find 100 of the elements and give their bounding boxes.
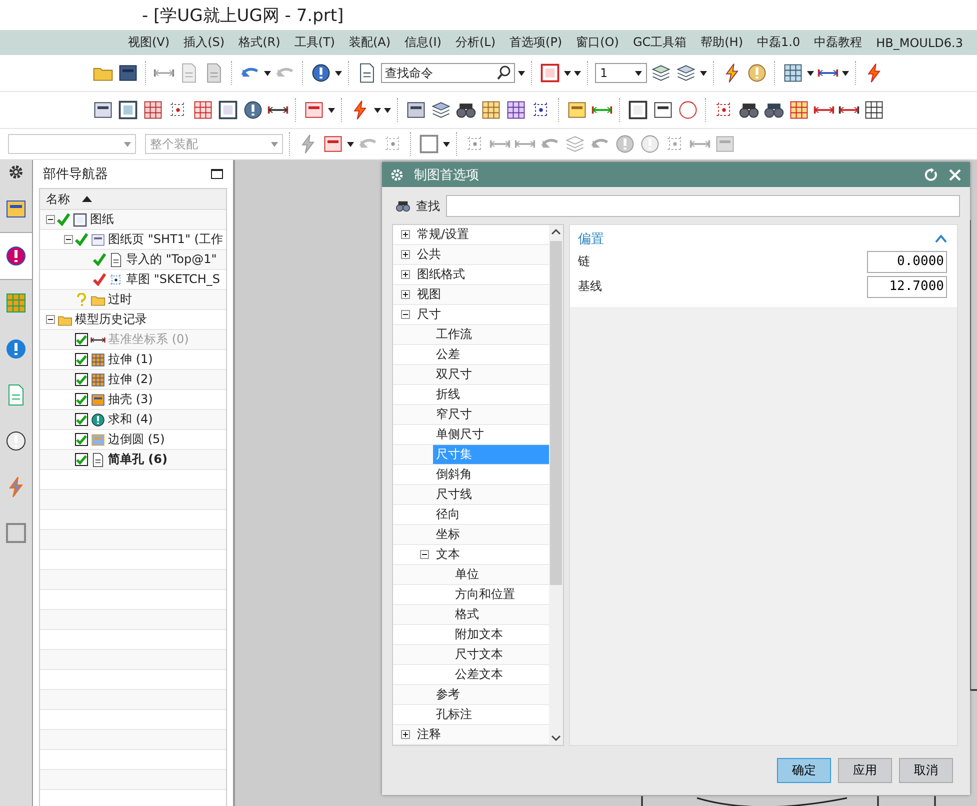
caret-icon[interactable] [335, 70, 342, 76]
tree-item[interactable]: 径向 [433, 505, 463, 524]
caret-icon[interactable] [443, 142, 450, 146]
caret-icon[interactable] [328, 108, 335, 112]
tree-item[interactable]: 视图 [414, 285, 444, 304]
circle-icon[interactable] [614, 133, 636, 155]
checkbox[interactable] [75, 393, 88, 406]
checkbox[interactable] [75, 373, 88, 386]
expander-icon[interactable] [401, 310, 410, 319]
tree-item[interactable]: 过时 [108, 291, 132, 308]
expander-icon[interactable] [46, 315, 55, 324]
menu-item[interactable]: 工具(T) [294, 34, 335, 51]
tree-item[interactable]: 草图 "SKETCH_S [126, 271, 220, 288]
dialog-button[interactable]: 应用 [838, 758, 892, 783]
menu-item[interactable]: GC工具箱 [632, 34, 687, 51]
resource-tab[interactable] [0, 232, 32, 280]
menu-item[interactable]: 装配(A) [348, 34, 391, 51]
checkbox[interactable] [75, 333, 88, 346]
expander-icon[interactable] [401, 290, 410, 299]
caret-icon[interactable] [700, 70, 707, 76]
tree-item[interactable]: 参考 [433, 685, 463, 704]
sheet-icon[interactable] [405, 99, 427, 121]
reset-icon[interactable] [924, 168, 938, 182]
fit-view-icon[interactable] [539, 62, 561, 84]
column-header[interactable]: 名称 [46, 190, 70, 208]
expander-icon[interactable] [64, 235, 73, 244]
dialog-button[interactable]: 确定 [777, 758, 831, 783]
tree-item[interactable]: 图纸 [90, 211, 114, 228]
tree-item[interactable]: 坐标 [433, 525, 463, 544]
sheet-icon[interactable] [782, 62, 804, 84]
tree-item[interactable]: 单位 [452, 565, 482, 584]
command-search-field[interactable]: 查找命令 [381, 63, 515, 83]
tree-item[interactable]: 图纸格式 [414, 265, 468, 284]
tree-item[interactable]: 边倒圆 (5) [108, 431, 165, 448]
caret-icon[interactable] [842, 70, 849, 76]
tree-item[interactable]: 拉伸 (1) [108, 351, 153, 368]
menu-item[interactable]: 中磊1.0 [757, 34, 800, 51]
tree-item[interactable]: 公差 [433, 345, 463, 364]
save-icon[interactable] [117, 62, 139, 84]
caret-icon[interactable] [807, 70, 814, 76]
expander-icon[interactable] [401, 270, 410, 279]
menu-item[interactable]: 首选项(P) [510, 34, 562, 51]
expander-icon[interactable] [46, 215, 55, 224]
search-field[interactable] [446, 195, 960, 217]
menu-item[interactable]: 信息(I) [404, 34, 442, 51]
menu-item[interactable]: 中磊教程 [814, 34, 862, 51]
checkbox[interactable] [75, 353, 88, 366]
tree-item[interactable]: 尺寸 [414, 305, 444, 324]
expander-icon[interactable] [401, 230, 410, 239]
expander-icon[interactable] [420, 550, 429, 559]
tree-item[interactable]: 文本 [433, 545, 463, 564]
hatch-icon[interactable] [192, 99, 214, 121]
circle-icon[interactable] [639, 133, 661, 155]
tree-item[interactable]: 倒斜角 [433, 465, 475, 484]
collapse-caret-icon[interactable] [935, 234, 947, 244]
tree-item[interactable]: 折线 [433, 385, 463, 404]
layer-dropdown[interactable]: 1 [595, 63, 647, 83]
close-icon[interactable] [948, 168, 962, 182]
tree-item[interactable]: 孔标注 [433, 705, 475, 724]
checkbox[interactable] [75, 413, 88, 426]
menu-item[interactable]: 窗口(O) [576, 34, 619, 51]
caret-icon[interactable] [264, 70, 271, 76]
tree-item[interactable]: 单侧尺寸 [433, 425, 487, 444]
sheet-icon[interactable] [303, 99, 325, 121]
menu-item[interactable]: 插入(S) [184, 34, 225, 51]
caret-icon[interactable] [518, 70, 525, 76]
checkbox[interactable] [75, 433, 88, 446]
expander-icon[interactable] [401, 250, 410, 259]
number-field[interactable]: 12.7000 [867, 276, 947, 298]
settings-icon[interactable] [8, 164, 24, 180]
tree-item[interactable]: 常规/设置 [414, 225, 472, 244]
help-icon[interactable] [310, 62, 332, 84]
tree-item[interactable]: 抽壳 (3) [108, 391, 153, 408]
number-field[interactable]: 0.0000 [867, 250, 947, 272]
shell-icon [90, 392, 106, 408]
tree-item[interactable]: 公差文本 [452, 665, 506, 684]
tree-item[interactable]: 方向和位置 [452, 585, 518, 604]
search-icon [496, 65, 512, 81]
sheet-icon [90, 232, 106, 248]
grid-icon[interactable] [863, 99, 885, 121]
dialog-button[interactable]: 取消 [899, 758, 953, 783]
checkbox[interactable] [75, 453, 88, 466]
section-title: 偏置 [578, 231, 604, 248]
tree-item[interactable]: 注释 [414, 725, 444, 744]
tree-item[interactable]: 公共 [414, 245, 444, 264]
caret-icon[interactable] [347, 142, 354, 146]
menu-item[interactable]: 视图(V) [128, 34, 170, 51]
menu-item[interactable]: 分析(L) [455, 34, 496, 51]
tree-item[interactable]: 格式 [452, 605, 482, 624]
expander-icon[interactable] [401, 730, 410, 739]
table-icon[interactable] [480, 99, 502, 121]
text-icon[interactable] [566, 99, 588, 121]
menu-item[interactable]: 帮助(H) [700, 34, 744, 51]
menu-item[interactable]: 格式(R) [238, 34, 280, 51]
tree-item[interactable]: 附加文本 [452, 625, 506, 644]
tree-item[interactable]: 图纸页 "SHT1" (工作 [108, 231, 223, 248]
maximize-icon[interactable] [211, 169, 223, 179]
menu-item[interactable]: HB_MOULD6.3 [876, 36, 963, 50]
scrollbar[interactable] [549, 225, 563, 745]
tree-item[interactable]: 模型历史记录 [75, 311, 147, 328]
